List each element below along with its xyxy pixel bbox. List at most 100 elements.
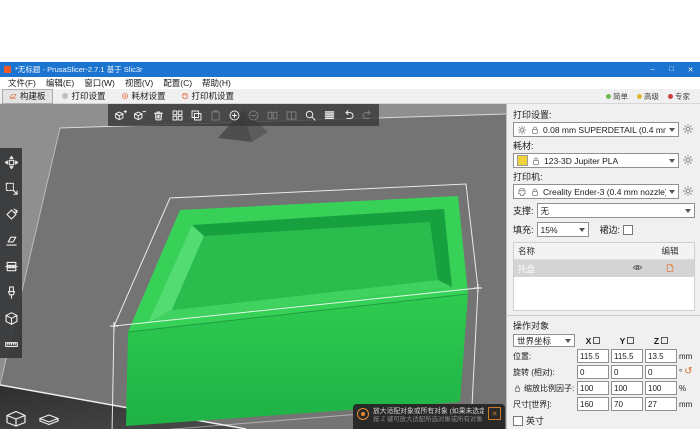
view-iso-button[interactable] [2, 408, 30, 428]
arrange-button[interactable] [168, 106, 186, 125]
object-list: 名称 编辑 托盘 [513, 242, 695, 311]
add-icon [114, 109, 127, 122]
printer-gear-button[interactable] [682, 185, 695, 198]
mode-advanced[interactable]: 高级 [637, 91, 659, 102]
paint-supports-gizmo-button[interactable] [2, 282, 20, 302]
printer-select[interactable]: Creality Ender-3 (0.4 mm nozzle) [513, 184, 679, 199]
cut-icon [4, 259, 19, 274]
tab-filament-settings[interactable]: 耗材设置 [114, 89, 173, 104]
scale-x-field[interactable]: 100 [577, 381, 609, 395]
viewport-3d[interactable]: 放大适配对象或所有对象 (如果未选定) 按 Z 键可放大适配所选对象或所有对象 … [0, 104, 506, 429]
scale-z-field[interactable]: 100 [645, 381, 677, 395]
undo-button[interactable] [339, 106, 357, 125]
split-parts-icon [285, 109, 298, 122]
hint-close-button[interactable]: ✕ [488, 407, 501, 420]
size-z-field[interactable]: 27 [645, 397, 677, 411]
undo-icon [342, 109, 355, 122]
split-to-objects-button[interactable] [263, 106, 281, 125]
split-to-parts-button[interactable] [282, 106, 300, 125]
menu-configuration[interactable]: 配置(C) [158, 77, 197, 89]
redo-button[interactable] [358, 106, 376, 125]
seam-gizmo-button[interactable] [2, 308, 20, 328]
scale-icon [4, 181, 19, 196]
uniform-scale-lock-icon[interactable] [513, 384, 522, 393]
paste-button[interactable] [206, 106, 224, 125]
print-settings-select[interactable]: 0.08 mm SUPERDETAIL (0.4 mm nozzle) [513, 122, 679, 137]
layers-icon [323, 109, 336, 122]
menu-view[interactable]: 视图(V) [120, 77, 158, 89]
filament-gear-button[interactable] [682, 154, 695, 167]
tab-print-settings[interactable]: 打印设置 [54, 89, 113, 104]
place-on-face-gizmo-button[interactable] [2, 230, 20, 250]
add-button[interactable] [111, 106, 129, 125]
object-manipulation-panel: 操作对象 世界坐标 X Y Z 位置: 115.5 115.5 13.5 mm … [507, 315, 700, 427]
size-x-field[interactable]: 160 [577, 397, 609, 411]
redo-icon [361, 109, 374, 122]
split-objects-icon [266, 109, 279, 122]
chevron-down-icon [685, 209, 691, 213]
gear-icon [61, 92, 69, 100]
chevron-down-icon [669, 128, 675, 132]
position-z-field[interactable]: 13.5 [645, 349, 677, 363]
tab-printer-settings-label: 打印机设置 [192, 90, 235, 102]
sidebar-panel: 打印设置: 0.08 mm SUPERDETAIL (0.4 mm nozzle… [506, 104, 700, 429]
add-instance-icon [228, 109, 241, 122]
menu-help[interactable]: 帮助(H) [197, 77, 236, 89]
printer-label: 打印机: [513, 170, 695, 183]
gear-icon [517, 125, 527, 135]
inches-label: 英寸 [526, 414, 544, 427]
copy-icon [190, 109, 203, 122]
simple-mode-dot-icon [606, 94, 611, 99]
coordinate-system-select[interactable]: 世界坐标 [513, 334, 575, 347]
variable-layer-height-button[interactable] [320, 106, 338, 125]
remove-instance-button[interactable] [244, 106, 262, 125]
view-presets [2, 408, 63, 428]
scale-y-field[interactable]: 100 [611, 381, 643, 395]
inches-checkbox[interactable] [513, 416, 523, 426]
search-button[interactable] [301, 106, 319, 125]
mode-simple[interactable]: 简单 [606, 91, 628, 102]
model-tray[interactable] [126, 196, 468, 426]
copy-button[interactable] [187, 106, 205, 125]
spool-icon [121, 92, 129, 100]
supports-select[interactable]: 无 [537, 203, 695, 218]
minimize-button[interactable]: – [643, 62, 662, 77]
menu-file[interactable]: 文件(F) [3, 77, 41, 89]
visibility-eye-icon[interactable] [632, 262, 650, 275]
viewport-3d-scene[interactable] [0, 104, 506, 429]
cut-gizmo-button[interactable] [2, 256, 20, 276]
view-top-button[interactable] [35, 408, 63, 428]
close-button[interactable]: ✕ [681, 62, 700, 77]
search-icon [304, 109, 317, 122]
move-gizmo-button[interactable] [2, 152, 20, 172]
infill-select[interactable]: 15% [537, 222, 589, 237]
rotate-gizmo-button[interactable] [2, 204, 20, 224]
tab-plater[interactable]: 构建板 [2, 89, 53, 104]
measure-gizmo-button[interactable] [2, 334, 20, 354]
edit-object-icon[interactable] [650, 263, 690, 275]
menu-window[interactable]: 窗口(W) [79, 77, 120, 89]
rotation-z-field[interactable]: 0 [645, 365, 677, 379]
rotation-x-field[interactable]: 0 [577, 365, 609, 379]
position-y-field[interactable]: 115.5 [611, 349, 643, 363]
tab-filament-settings-label: 耗材设置 [132, 90, 166, 102]
rotation-y-field[interactable]: 0 [611, 365, 643, 379]
delete-button[interactable] [130, 106, 148, 125]
maximize-button[interactable]: □ [662, 62, 681, 77]
object-list-row[interactable]: 托盘 [514, 260, 694, 277]
size-y-field[interactable]: 70 [611, 397, 643, 411]
tab-printer-settings[interactable]: 打印机设置 [174, 89, 242, 104]
scale-gizmo-button[interactable] [2, 178, 20, 198]
object-name: 托盘 [518, 263, 632, 275]
mode-expert[interactable]: 专家 [668, 91, 690, 102]
position-x-field[interactable]: 115.5 [577, 349, 609, 363]
filament-select[interactable]: 123-3D Jupiter PLA [513, 153, 679, 168]
print-settings-gear-button[interactable] [682, 123, 695, 136]
view-top-icon [37, 410, 61, 427]
delete-all-button[interactable] [149, 106, 167, 125]
axis-y-header: Y [611, 336, 643, 346]
brim-checkbox[interactable] [623, 225, 633, 235]
menu-edit[interactable]: 编辑(E) [41, 77, 79, 89]
reset-rotation-icon[interactable]: ↺ [684, 367, 692, 377]
add-instance-button[interactable] [225, 106, 243, 125]
